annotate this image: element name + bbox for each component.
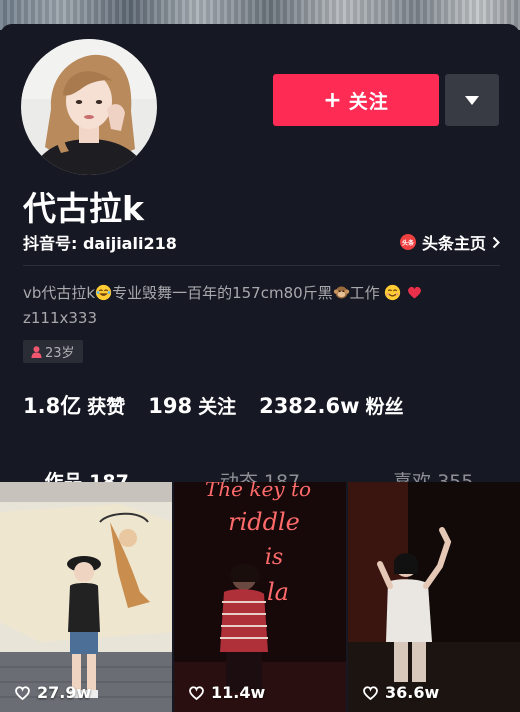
following-count[interactable]: 198 (148, 394, 192, 418)
followers-count[interactable]: 2382.6w (259, 394, 359, 418)
video-likes: 11.4w (188, 683, 265, 702)
video-thumbnail[interactable]: 27.9w (0, 482, 172, 712)
follow-label: 关注 (348, 90, 389, 113)
profile-name: 代古拉k (23, 189, 144, 228)
heart-outline-icon (15, 686, 30, 700)
profile-stats: 1.8亿 获赞 198 关注 2382.6w 粉丝 (23, 390, 404, 420)
video-thumbnail[interactable]: The key to riddle is la 11.4w (174, 482, 346, 712)
toutiao-logo-icon: 头条 (399, 234, 416, 250)
toutiao-homepage-link[interactable]: 头条 头条主页 (399, 230, 500, 254)
laughing-emoji-icon (95, 284, 112, 301)
neon-text-line-1: The key to (205, 482, 311, 501)
more-dropdown-button[interactable] (445, 74, 499, 126)
female-icon (31, 345, 42, 358)
chevron-right-icon (492, 236, 500, 248)
video-likes: 27.9w (14, 683, 91, 702)
bio: vb代古拉k 专业毁舞一百年的157cm80斤黑 工作 z111x333 (23, 281, 493, 331)
bio-text-b: 专业毁舞一百年的157cm80斤黑 (112, 284, 333, 302)
video-grid: 27.9w The key to riddle is la 11.4w 36.6… (0, 482, 520, 712)
likes-count: 1.8亿 (23, 394, 82, 418)
followers-label[interactable]: 粉丝 (366, 392, 404, 419)
plus-icon: + (323, 87, 343, 113)
bio-text-a: vb代古拉k (23, 284, 96, 302)
follow-button[interactable]: + 关注 (273, 74, 439, 126)
likes-count: 11.4w (211, 683, 266, 702)
monkey-emoji-icon (333, 286, 349, 299)
video-cover-image (348, 482, 520, 712)
neon-text-line-3: is (265, 545, 283, 570)
video-likes: 36.6w (362, 683, 439, 702)
douyin-id: 抖音号: daijiali218 (23, 234, 177, 253)
age-label: 23岁 (45, 346, 75, 361)
neon-text-line-4: la (267, 578, 289, 606)
avatar[interactable] (18, 36, 160, 178)
smile-emoji-icon (385, 284, 401, 301)
heart-emoji-icon (408, 286, 422, 299)
bio-line-2: z111x333 (23, 309, 98, 327)
video-thumbnail[interactable]: 36.6w (348, 482, 520, 712)
bio-text-c: 工作 (349, 284, 380, 302)
video-cover-image: The key to riddle is la (174, 482, 346, 712)
heart-outline-icon (363, 686, 378, 700)
toutiao-label: 头条主页 (421, 234, 486, 253)
neon-text-line-2: riddle (228, 508, 300, 536)
chevron-down-icon (465, 95, 479, 105)
following-label[interactable]: 关注 (198, 392, 236, 419)
likes-count: 27.9w (37, 683, 92, 702)
age-tag: 23岁 (23, 340, 83, 363)
likes-label: 获赞 (87, 396, 126, 418)
video-cover-image (0, 482, 172, 712)
heart-outline-icon (189, 686, 204, 700)
divider (23, 265, 500, 266)
likes-count: 36.6w (385, 683, 440, 702)
